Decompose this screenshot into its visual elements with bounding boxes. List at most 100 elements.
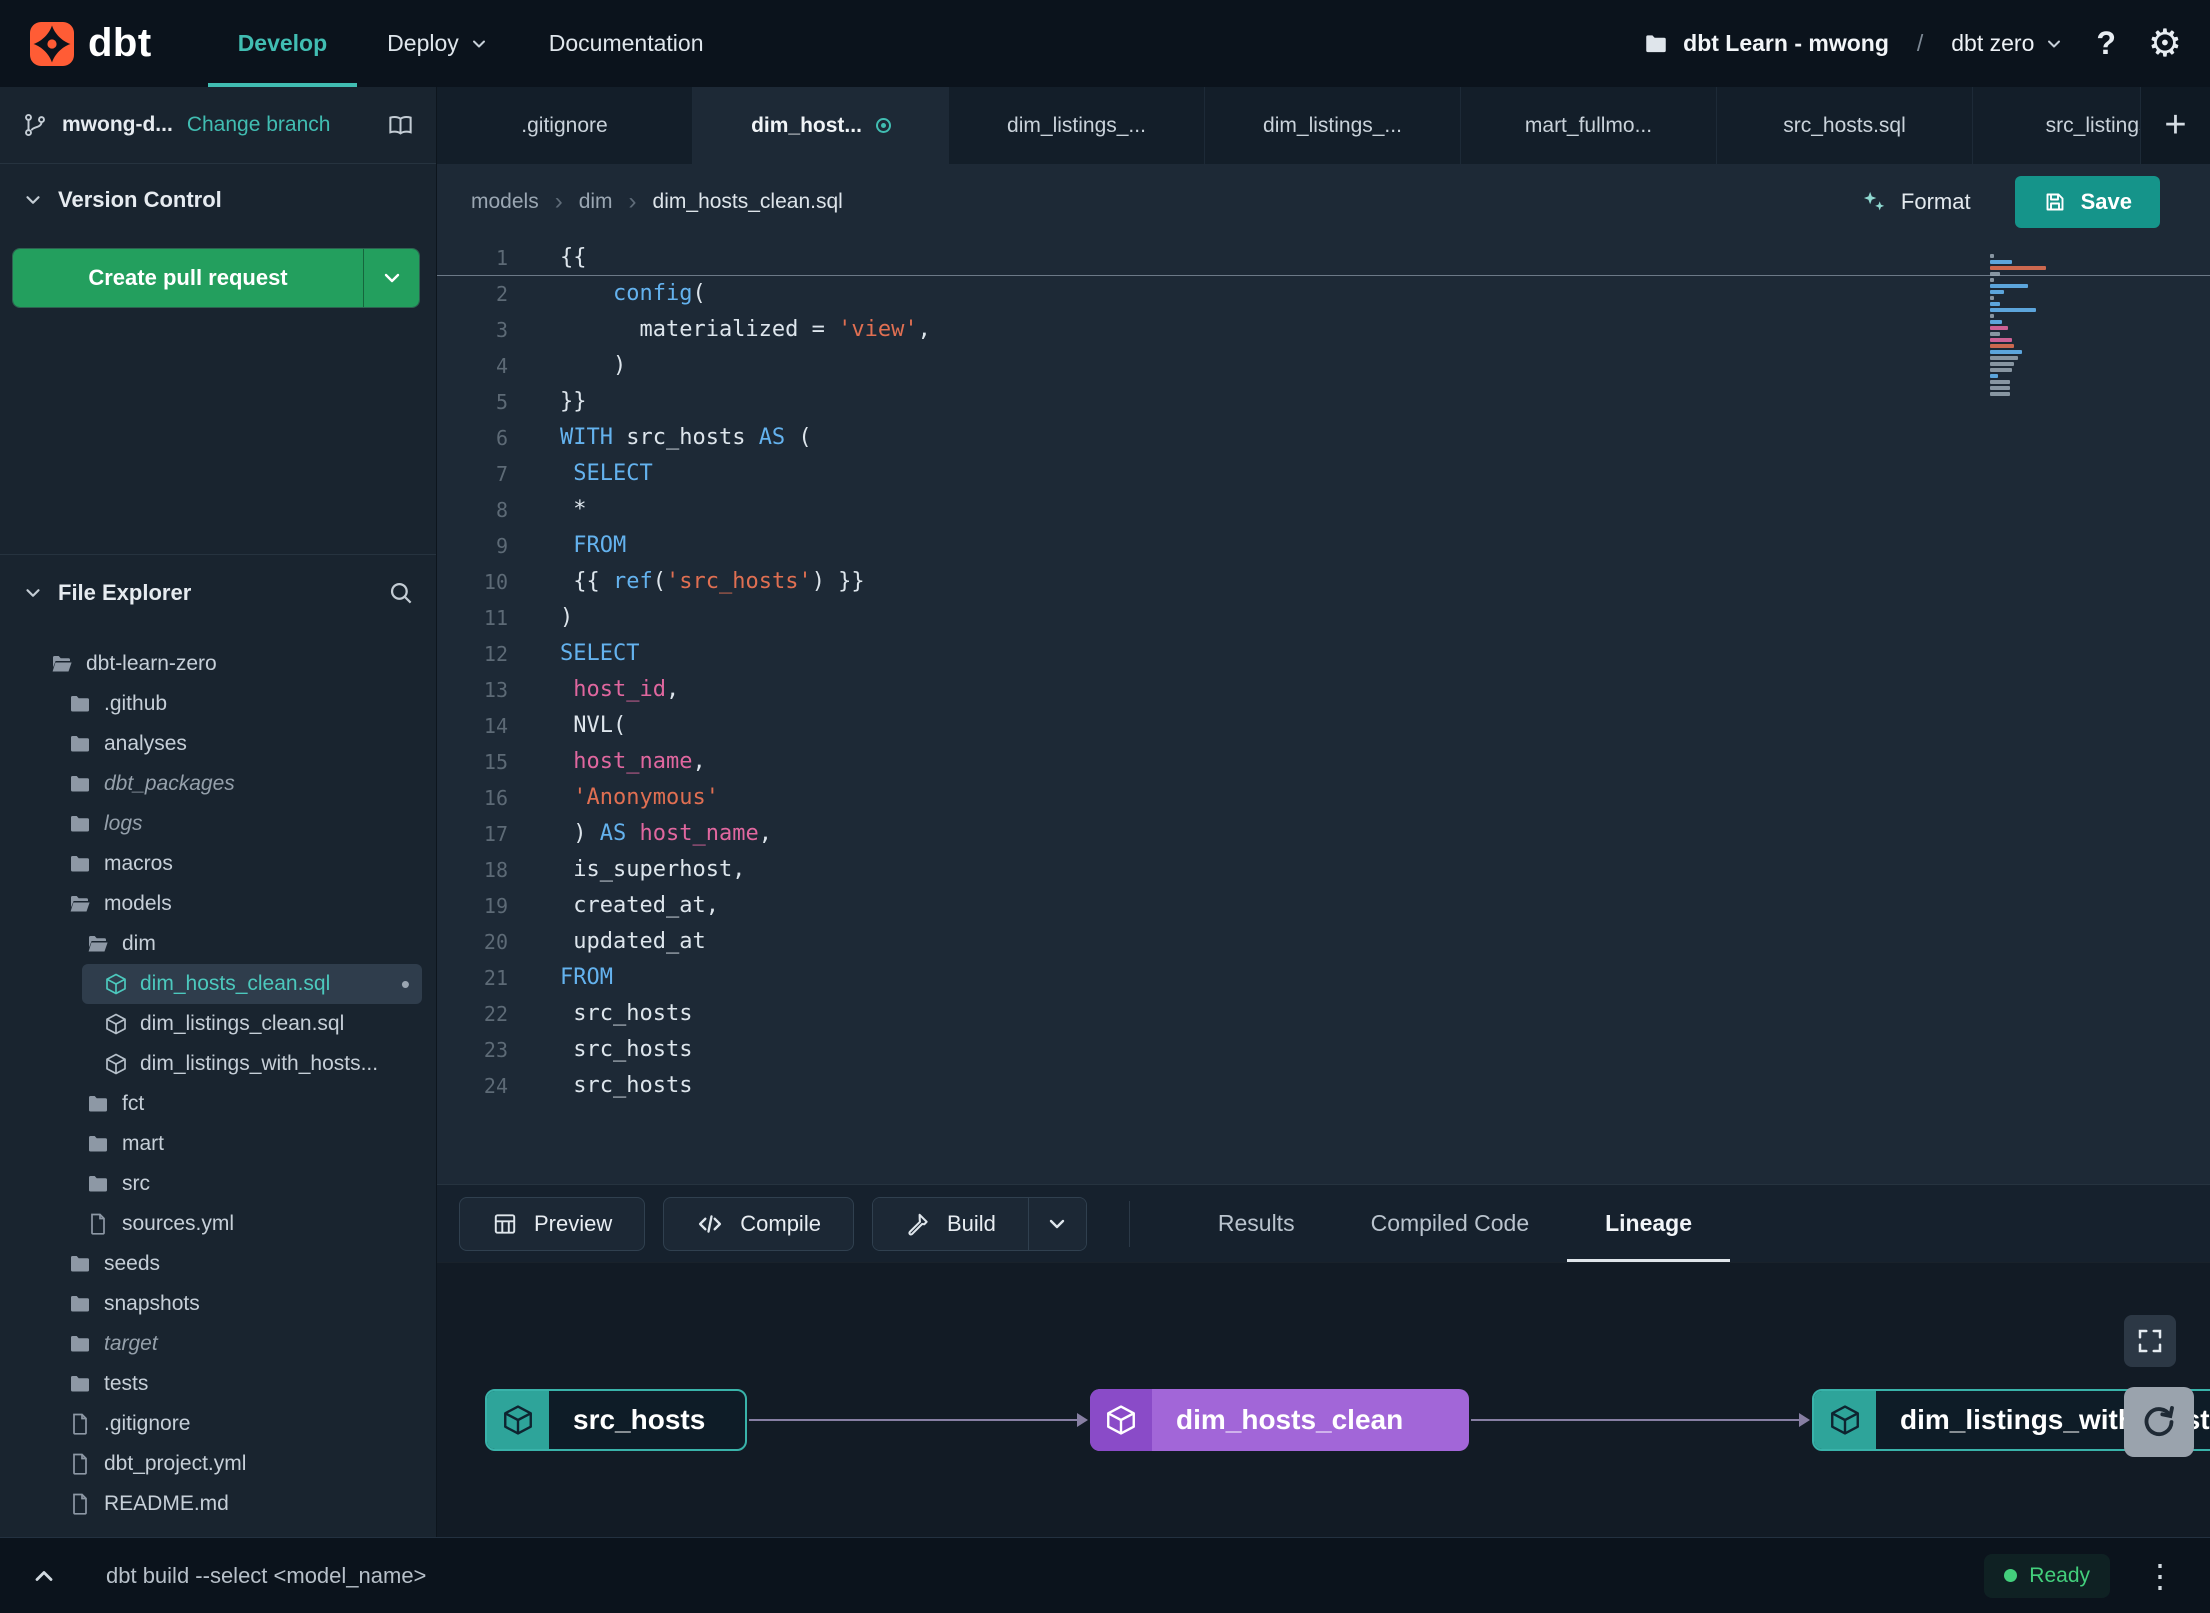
tree-item-sources-yml[interactable]: sources.yml xyxy=(0,1204,436,1244)
build-dropdown-button[interactable] xyxy=(1027,1197,1086,1250)
code-line[interactable]: 18 is_superhost, xyxy=(437,852,2210,888)
code-line[interactable]: 5}} xyxy=(437,384,2210,420)
tree-item-readme-md[interactable]: README.md xyxy=(0,1484,436,1524)
tree-item-dim-listings-with-hosts[interactable]: dim_listings_with_hosts... xyxy=(0,1044,436,1084)
tree-item-logs[interactable]: logs xyxy=(0,804,436,844)
lineage-node-dim-hosts-clean[interactable]: dim_hosts_clean xyxy=(1090,1389,1469,1451)
code-line[interactable]: 1 {{ xyxy=(437,240,2210,276)
code-line[interactable]: 19 created_at, xyxy=(437,888,2210,924)
tree-item-github[interactable]: .github xyxy=(0,684,436,724)
tree-item-analyses[interactable]: analyses xyxy=(0,724,436,764)
panel-tab-compiled-code[interactable]: Compiled Code xyxy=(1333,1185,1568,1262)
code-line[interactable]: 12 SELECT xyxy=(437,636,2210,672)
code-line[interactable]: 16 'Anonymous' xyxy=(437,780,2210,816)
save-button[interactable]: Save xyxy=(2014,176,2160,228)
compile-button[interactable]: Compile xyxy=(663,1196,854,1251)
code-line[interactable]: 22 src_hosts xyxy=(437,996,2210,1032)
code-text: WITH src_hosts AS ( xyxy=(560,425,812,450)
tree-item-dim-hosts-clean-sql[interactable]: dim_hosts_clean.sql • xyxy=(82,964,422,1004)
code-text: }} xyxy=(560,389,587,414)
tree-item-fct[interactable]: fct xyxy=(0,1084,436,1124)
code-line[interactable]: 21 FROM xyxy=(437,960,2210,996)
code-line[interactable]: 11) xyxy=(437,600,2210,636)
tab-dim-listings[interactable]: dim_listings_... xyxy=(949,87,1205,164)
code-line[interactable]: 23 src_hosts xyxy=(437,1032,2210,1068)
version-control-header[interactable]: Version Control xyxy=(0,164,436,236)
nav-deploy[interactable]: Deploy xyxy=(357,0,519,87)
command-input[interactable]: dbt build --select <model_name> xyxy=(106,1563,426,1589)
model-cube-icon xyxy=(104,1052,128,1076)
line-number: 12 xyxy=(483,642,508,666)
code-line[interactable]: 24 src_hosts xyxy=(437,1068,2210,1104)
code-line[interactable]: 14 NVL( xyxy=(437,708,2210,744)
tree-item-dbt-project-yml[interactable]: dbt_project.yml xyxy=(0,1444,436,1484)
book-icon[interactable] xyxy=(387,112,414,139)
preview-button[interactable]: Preview xyxy=(459,1196,646,1251)
code-editor[interactable]: 1{{2 config(3 materialized = 'view', 4 ) 5… xyxy=(437,240,2210,1184)
tree-item-dbt-packages[interactable]: dbt_packages xyxy=(0,764,436,804)
file-explorer-header[interactable]: File Explorer xyxy=(0,554,436,630)
code-line[interactable]: 8 * xyxy=(437,492,2210,528)
folder-icon xyxy=(68,1292,92,1316)
tree-item-src[interactable]: src xyxy=(0,1164,436,1204)
breadcrumb-item[interactable]: dim xyxy=(579,190,613,214)
code-line[interactable]: 13 host_id, xyxy=(437,672,2210,708)
tab-dim-host[interactable]: dim_host... xyxy=(693,87,949,164)
create-pr-button[interactable]: Create pull request xyxy=(13,249,363,307)
panel-tab-lineage[interactable]: Lineage xyxy=(1567,1185,1730,1262)
code-line[interactable]: 2 config( xyxy=(437,276,2210,312)
project-selector[interactable]: dbt Learn - mwong xyxy=(1643,30,1889,57)
help-icon[interactable]: ? xyxy=(2092,25,2120,62)
tree-item-mart[interactable]: mart xyxy=(0,1124,436,1164)
code-line[interactable]: 15 host_name, xyxy=(437,744,2210,780)
tree-item-tests[interactable]: tests xyxy=(0,1364,436,1404)
chevron-up-icon[interactable] xyxy=(30,1562,58,1590)
tree-item-label: dim_listings_clean.sql xyxy=(140,1012,345,1035)
minimap[interactable] xyxy=(1990,254,2092,398)
code-line[interactable]: 17 ) AS host_name, xyxy=(437,816,2210,852)
tree-item-dim[interactable]: dim xyxy=(0,924,436,964)
tree-item-models[interactable]: models xyxy=(0,884,436,924)
dbt-logo[interactable]: dbt xyxy=(28,20,152,68)
nav-documentation[interactable]: Documentation xyxy=(519,0,734,87)
tree-item-macros[interactable]: macros xyxy=(0,844,436,884)
code-line[interactable]: 10 {{ ref('src_hosts') }} xyxy=(437,564,2210,600)
search-icon[interactable] xyxy=(387,579,414,606)
code-line[interactable]: 20 updated_at xyxy=(437,924,2210,960)
tree-item-target[interactable]: target xyxy=(0,1324,436,1364)
tree-item-snapshots[interactable]: snapshots xyxy=(0,1284,436,1324)
gear-icon[interactable]: ⚙ xyxy=(2148,25,2182,63)
minimap-line xyxy=(1990,320,2002,324)
tree-item-label: .github xyxy=(104,692,168,715)
environment-selector[interactable]: dbt zero xyxy=(1951,30,2064,57)
breadcrumb-item[interactable]: dim_hosts_clean.sql xyxy=(653,190,843,214)
refresh-button[interactable] xyxy=(2124,1387,2194,1457)
tab-src-hosts-sql[interactable]: src_hosts.sql xyxy=(1717,87,1973,164)
change-branch-link[interactable]: Change branch xyxy=(187,113,331,137)
format-button[interactable]: Format xyxy=(1860,189,1971,216)
create-pr-dropdown-button[interactable] xyxy=(363,249,419,307)
panel-tab-results[interactable]: Results xyxy=(1180,1185,1333,1262)
code-line[interactable]: 4 ) xyxy=(437,348,2210,384)
tab-gitignore[interactable]: .gitignore xyxy=(437,87,693,164)
code-line[interactable]: 7 SELECT xyxy=(437,456,2210,492)
code-line[interactable]: 3 materialized = 'view', xyxy=(437,312,2210,348)
tree-item-dim-listings-clean-sql[interactable]: dim_listings_clean.sql xyxy=(0,1004,436,1044)
build-button[interactable]: Build xyxy=(872,1197,1028,1250)
lineage-node-src-hosts[interactable]: src_hosts xyxy=(485,1389,747,1451)
tree-item-gitignore[interactable]: .gitignore xyxy=(0,1404,436,1444)
kebab-menu-icon[interactable]: ⋮ xyxy=(2140,1560,2180,1592)
tree-item-seeds[interactable]: seeds xyxy=(0,1244,436,1284)
fullscreen-button[interactable] xyxy=(2124,1315,2176,1367)
breadcrumb-item[interactable]: models xyxy=(471,190,539,214)
folder-icon xyxy=(68,732,92,756)
new-tab-button[interactable]: + xyxy=(2140,87,2210,164)
code-line[interactable]: 6 WITH src_hosts AS ( xyxy=(437,420,2210,456)
editor-tabbar: .gitignore dim_host... dim_listings_... dim… xyxy=(437,87,2210,164)
code-line[interactable]: 9 FROM xyxy=(437,528,2210,564)
tab-dim-listings[interactable]: dim_listings_... xyxy=(1205,87,1461,164)
tree-item-dbt-learn-zero[interactable]: dbt-learn-zero xyxy=(0,644,436,684)
nav-develop[interactable]: Develop xyxy=(208,0,357,87)
tab-src-listings[interactable]: src_listings. xyxy=(1973,87,2140,164)
tab-mart-fullmo[interactable]: mart_fullmo... xyxy=(1461,87,1717,164)
